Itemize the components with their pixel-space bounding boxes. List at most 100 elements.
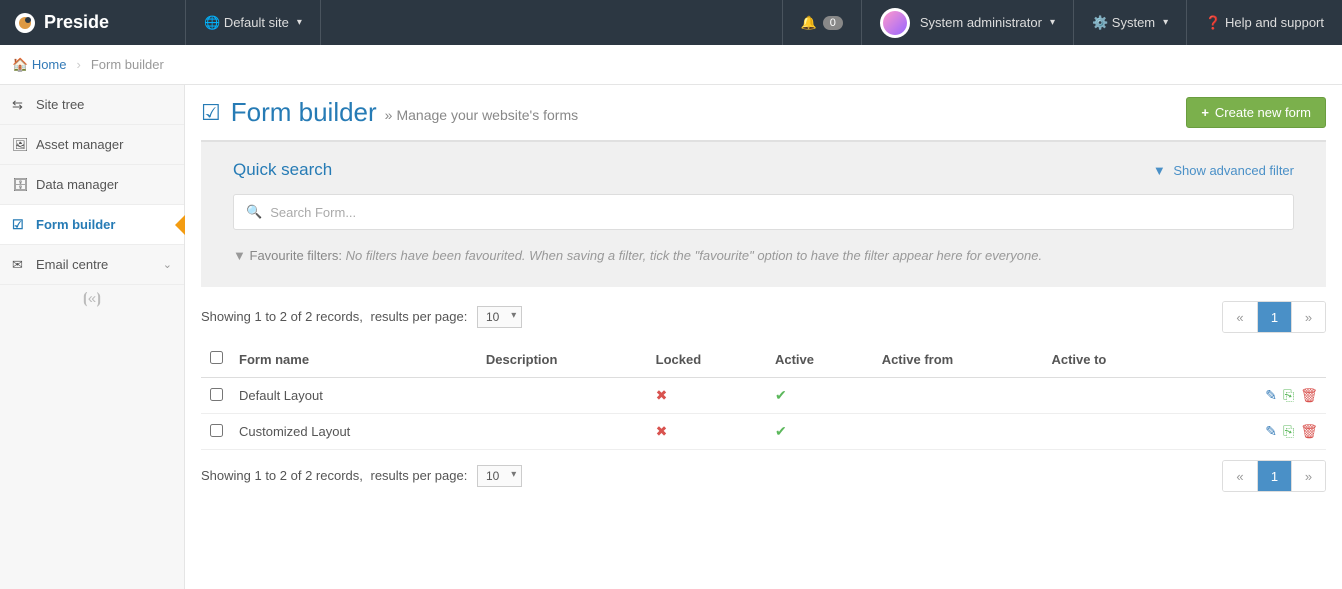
rpp-label: results per page: (371, 468, 468, 483)
picture-icon: 🖼 (12, 137, 36, 153)
cell-description (478, 414, 648, 450)
cell-active-from (874, 378, 1044, 414)
col-active-to[interactable]: Active to (1043, 341, 1181, 378)
favourite-filters-hint: No filters have been favourited. When sa… (346, 248, 1042, 263)
page-title: ☑ Form builder »Manage your website's fo… (201, 97, 578, 128)
advanced-filter-label: Show advanced filter (1173, 163, 1294, 178)
rpp-select[interactable]: 10 (477, 306, 522, 328)
listing-header-bottom: Showing 1 to 2 of 2 records, results per… (201, 460, 1326, 492)
col-active-from[interactable]: Active from (874, 341, 1044, 378)
page-1[interactable]: 1 (1257, 302, 1291, 332)
sidebar-item-email-centre[interactable]: ✉ Email centre ⌄ (0, 245, 184, 285)
check-square-icon: ☑ (201, 100, 221, 126)
envelope-icon: ✉ (12, 257, 36, 273)
copy-icon[interactable]: ⎘ (1283, 387, 1294, 403)
notification-count: 0 (823, 16, 843, 30)
cell-active: ✔ (767, 414, 874, 450)
col-form-name[interactable]: Form name (231, 341, 478, 378)
row-actions: ✎ ⎘ 🗑 (1181, 414, 1326, 450)
sidebar-item-label: Site tree (36, 97, 84, 112)
search-input[interactable] (270, 205, 1281, 220)
avatar (880, 8, 910, 38)
page-title-text: Form builder (231, 97, 377, 128)
gears-icon: ⚙️ (1092, 15, 1108, 31)
pagination-bottom: « 1 » (1222, 460, 1326, 492)
caret-down-icon: ▾ (1050, 17, 1055, 28)
collapse-left-icon: ⦗«⦘ (83, 290, 101, 307)
create-form-button[interactable]: + Create new form (1186, 97, 1326, 128)
copy-icon[interactable]: ⎘ (1283, 423, 1294, 439)
row-checkbox[interactable] (210, 388, 223, 401)
caret-down-icon: ▾ (1163, 17, 1168, 28)
show-advanced-filter-link[interactable]: ▼ Show advanced filter (1153, 163, 1294, 178)
records-summary: Showing 1 to 2 of 2 records, (201, 468, 363, 483)
chevron-down-icon: ⌄ (163, 258, 172, 271)
sidebar-item-site-tree[interactable]: ⇆ Site tree (0, 85, 184, 125)
records-summary: Showing 1 to 2 of 2 records, (201, 309, 363, 324)
breadcrumb: 🏠 Home › Form builder (0, 45, 1342, 85)
row-actions: ✎ ⎘ 🗑 (1181, 378, 1326, 414)
check-circle-icon: ✔ (775, 423, 787, 439)
trash-icon[interactable]: 🗑 (1300, 423, 1318, 439)
sidebar: ⇆ Site tree 🖼 Asset manager 🗄 Data manag… (0, 85, 185, 589)
times-circle-icon: ✖ (656, 423, 668, 439)
chevron-right-icon: › (77, 57, 81, 72)
sitemap-icon: ⇆ (12, 97, 36, 113)
page-first[interactable]: « (1223, 461, 1257, 491)
col-description[interactable]: Description (478, 341, 648, 378)
rpp-label: results per page: (371, 309, 468, 324)
system-menu[interactable]: ⚙️ System ▾ (1074, 0, 1186, 45)
sidebar-item-data-manager[interactable]: 🗄 Data manager (0, 165, 184, 205)
user-menu[interactable]: System administrator ▾ (862, 0, 1073, 45)
topbar-spacer (321, 0, 782, 45)
cell-active-from (874, 414, 1044, 450)
row-checkbox[interactable] (210, 424, 223, 437)
cell-form-name: Customized Layout (231, 414, 478, 450)
user-label: System administrator (920, 15, 1042, 30)
edit-icon[interactable]: ✎ (1265, 423, 1277, 439)
page-last[interactable]: » (1291, 461, 1325, 491)
page-last[interactable]: » (1291, 302, 1325, 332)
search-input-wrap: 🔍 (233, 194, 1294, 230)
page-first[interactable]: « (1223, 302, 1257, 332)
times-circle-icon: ✖ (656, 387, 668, 403)
search-icon: 🔍 (246, 204, 262, 220)
sidebar-item-form-builder[interactable]: ☑ Form builder (0, 205, 184, 245)
cell-locked: ✖ (648, 414, 767, 450)
favourite-filters-label: Favourite filters: (250, 248, 342, 263)
plus-icon: + (1201, 105, 1209, 120)
sidebar-item-label: Email centre (36, 257, 108, 272)
caret-down-icon: ▾ (297, 17, 302, 28)
rpp-select[interactable]: 10 (477, 465, 522, 487)
home-icon: 🏠 (12, 57, 28, 73)
table-row[interactable]: Customized Layout ✖ ✔ ✎ ⎘ 🗑 (201, 414, 1326, 450)
cell-form-name: Default Layout (231, 378, 478, 414)
brand-name: Preside (44, 12, 109, 33)
life-ring-icon: ❓ (1205, 15, 1221, 31)
edit-icon[interactable]: ✎ (1265, 387, 1277, 403)
cell-active-to (1043, 414, 1181, 450)
breadcrumb-current: Form builder (91, 57, 164, 72)
select-all-checkbox[interactable] (210, 351, 223, 364)
globe-icon: 🌐 (204, 15, 220, 31)
cell-active: ✔ (767, 378, 874, 414)
pagination-top: « 1 » (1222, 301, 1326, 333)
cell-description (478, 378, 648, 414)
trash-icon[interactable]: 🗑 (1300, 387, 1318, 403)
col-active[interactable]: Active (767, 341, 874, 378)
page-1[interactable]: 1 (1257, 461, 1291, 491)
system-label: System (1112, 15, 1155, 30)
sidebar-item-asset-manager[interactable]: 🖼 Asset manager (0, 125, 184, 165)
page-subtitle: Manage your website's forms (396, 107, 578, 123)
create-button-label: Create new form (1215, 105, 1311, 120)
table-row[interactable]: Default Layout ✖ ✔ ✎ ⎘ 🗑 (201, 378, 1326, 414)
col-locked[interactable]: Locked (648, 341, 767, 378)
help-label: Help and support (1225, 15, 1324, 30)
listing-header-top: Showing 1 to 2 of 2 records, results per… (201, 301, 1326, 333)
notifications-button[interactable]: 🔔 0 (783, 0, 861, 45)
site-switcher[interactable]: 🌐 Default site ▾ (186, 0, 320, 45)
brand-logo[interactable]: Preside (0, 0, 185, 45)
sidebar-collapse-button[interactable]: ⦗«⦘ (0, 285, 184, 311)
help-link[interactable]: ❓ Help and support (1187, 0, 1342, 45)
breadcrumb-home[interactable]: Home (32, 57, 67, 72)
